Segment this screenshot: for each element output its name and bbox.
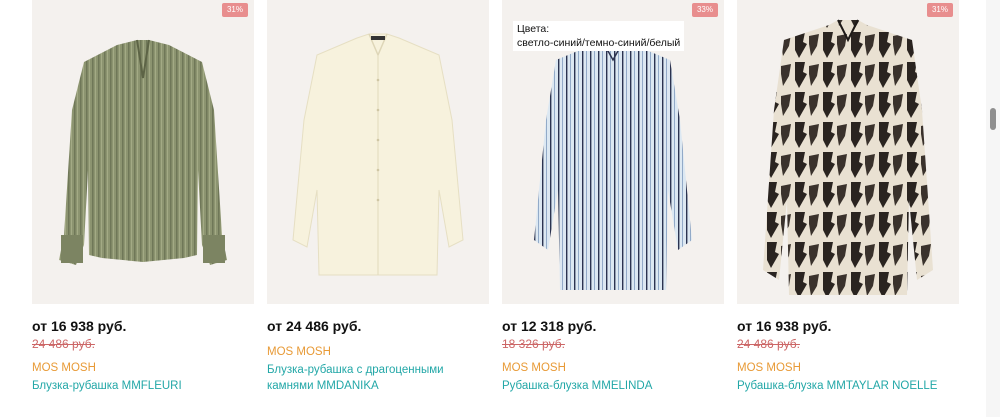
product-image[interactable]: 31% <box>32 0 254 304</box>
product-old-price: 24 486 руб. <box>737 337 800 351</box>
discount-badge: 33% <box>691 3 718 17</box>
product-price: от 12 318 руб. <box>502 318 597 334</box>
product-price: от 16 938 руб. <box>737 318 832 334</box>
discount-badge: 31% <box>926 3 953 17</box>
product-old-price: 24 486 руб. <box>32 337 95 351</box>
product-image[interactable] <box>267 0 489 304</box>
product-name-link[interactable]: Рубашка-блузка MMELINDA <box>502 378 720 394</box>
product-brand[interactable]: MOS MOSH <box>502 362 566 374</box>
product-card[interactable]: 33% Цвета: светло-синий/темно-синий/белы… <box>502 0 724 417</box>
colors-value: светло-синий/темно-синий/белый <box>517 37 681 49</box>
product-price: от 24 486 руб. <box>267 318 362 334</box>
product-image[interactable]: 31% <box>737 0 959 304</box>
colors-label: Цвета: <box>517 23 550 35</box>
olive-blouse-image <box>59 39 227 265</box>
scrollbar-thumb[interactable] <box>990 108 996 130</box>
product-old-price: 18 326 руб. <box>502 337 565 351</box>
product-name-link[interactable]: Рубашка-блузка MMTAYLAR NOELLE <box>737 378 955 394</box>
product-price: от 16 938 руб. <box>32 318 127 334</box>
product-name-link[interactable]: Блузка-рубашка MMFLEURI <box>32 378 250 394</box>
product-brand[interactable]: MOS MOSH <box>32 362 96 374</box>
ikat-print-shirt-image <box>763 19 933 295</box>
colors-tooltip: Цвета: светло-синий/темно-синий/белый <box>513 21 685 51</box>
vertical-scrollbar[interactable] <box>986 0 1000 417</box>
product-card[interactable]: 31% от 16 938 руб. 24 486 руб. MOS MOSH … <box>32 0 254 417</box>
product-card[interactable]: от 24 486 руб. MOS MOSH Блузка-рубашка с… <box>267 0 489 417</box>
discount-badge: 31% <box>221 3 248 17</box>
product-name-link[interactable]: Блузка-рубашка с драгоценными камнями MM… <box>267 362 485 394</box>
product-grid: 31% от 16 938 руб. 24 486 руб. MOS MOSH … <box>32 0 960 417</box>
product-brand[interactable]: MOS MOSH <box>737 362 801 374</box>
product-image[interactable]: 33% Цвета: светло-синий/темно-синий/белы… <box>502 0 724 304</box>
product-brand[interactable]: MOS MOSH <box>267 346 331 358</box>
cream-shirt-image <box>292 33 464 276</box>
product-card[interactable]: 31% от 16 938 руб. 24 486 руб. MOS MOSH … <box>737 0 959 417</box>
